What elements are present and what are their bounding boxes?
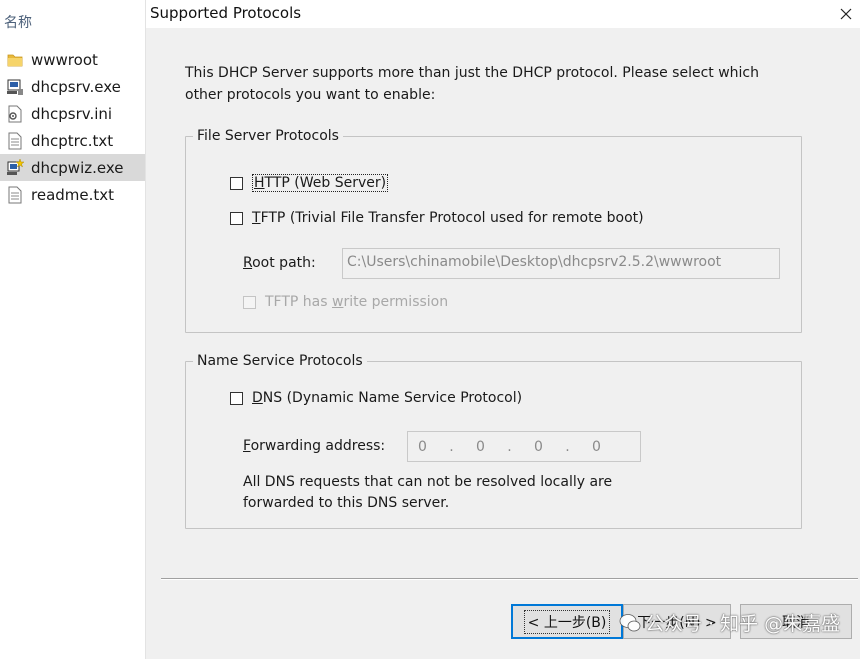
- ip-dot: .: [449, 438, 454, 455]
- config-file-icon: [6, 105, 24, 123]
- file-item-dhcpwiz-exe[interactable]: dhcpwiz.exe: [0, 154, 145, 181]
- dns-forwarding-note: All DNS requests that can not be resolve…: [243, 472, 612, 514]
- file-name: wwwroot: [31, 50, 98, 69]
- file-list: wwwroot dhcpsrv.exe dhcpsrv.ini dhcptrc.…: [0, 46, 145, 208]
- cancel-button-label: 取消: [782, 614, 810, 631]
- root-path-label-text: oot path:: [252, 255, 316, 271]
- note-line-1: All DNS requests that can not be resolve…: [243, 474, 613, 490]
- note-line-2: forwarded to this DNS server.: [243, 495, 450, 511]
- root-path-label: Root path:: [243, 255, 316, 271]
- name-column-header[interactable]: 名称: [4, 12, 32, 32]
- file-item-dhcpsrv-ini[interactable]: dhcpsrv.ini: [0, 100, 145, 127]
- dialog-titlebar[interactable]: Supported Protocols: [146, 0, 860, 28]
- file-item-readme-txt[interactable]: readme.txt: [0, 181, 145, 208]
- root-path-accel-key: R: [243, 255, 253, 271]
- file-name: readme.txt: [31, 185, 115, 204]
- write-perm-text-2: rite permission: [343, 294, 449, 310]
- tftp-write-permission-row[interactable]: TFTP has write permission: [243, 294, 448, 310]
- forwarding-address-label: Forwarding address:: [243, 438, 385, 454]
- file-item-dhcptrc-txt[interactable]: dhcptrc.txt: [0, 127, 145, 154]
- name-service-protocols-legend: Name Service Protocols: [193, 351, 367, 371]
- back-button[interactable]: < 上一步(B): [511, 604, 623, 639]
- next-button-label: 下一步(N) >: [637, 614, 717, 631]
- explorer-file-list-pane: 名称 wwwroot dhcpsrv.exe dhcpsrv.ini dhcpt…: [0, 0, 146, 659]
- name-service-protocols-group: Name Service Protocols DNS (Dynamic Name…: [185, 351, 802, 529]
- root-path-input[interactable]: C:\Users\chinamobile\Desktop\dhcpsrv2.5.…: [342, 248, 780, 279]
- ip-octet-3[interactable]: 0: [524, 439, 553, 455]
- file-name: dhcpsrv.ini: [31, 104, 113, 123]
- http-label-text: TTP (Web Server): [264, 175, 387, 191]
- dns-label: DNS (Dynamic Name Service Protocol): [252, 390, 522, 406]
- tftp-checkbox-row[interactable]: TFTP (Trivial File Transfer Protocol use…: [230, 210, 644, 226]
- wizard-application-icon: [6, 158, 24, 177]
- http-checkbox-row[interactable]: HTTP (Web Server): [230, 174, 389, 192]
- tftp-write-permission-checkbox[interactable]: [243, 295, 256, 309]
- ip-dot: .: [565, 438, 570, 455]
- intro-text: This DHCP Server supports more than just…: [185, 62, 825, 106]
- fwd-accel-key: F: [243, 438, 251, 454]
- next-button[interactable]: 下一步(N) >: [623, 604, 731, 639]
- back-button-label: < 上一步(B): [523, 609, 611, 634]
- write-perm-text-1: TFTP has: [265, 294, 332, 310]
- dns-label-text: NS (Dynamic Name Service Protocol): [262, 390, 523, 406]
- dns-accel-key: D: [252, 390, 263, 406]
- application-icon: [6, 78, 24, 96]
- file-server-protocols-group: File Server Protocols HTTP (Web Server) …: [185, 126, 802, 333]
- intro-line-1: This DHCP Server supports more than just…: [185, 65, 759, 81]
- tftp-checkbox[interactable]: [230, 211, 243, 225]
- forwarding-address-input[interactable]: 0 . 0 . 0 . 0: [407, 431, 641, 462]
- button-area-divider: [161, 578, 858, 580]
- file-item-dhcpsrv-exe[interactable]: dhcpsrv.exe: [0, 73, 145, 100]
- folder-icon: [6, 51, 24, 69]
- close-button[interactable]: [832, 0, 860, 28]
- http-checkbox[interactable]: [230, 176, 243, 190]
- tftp-label: TFTP (Trivial File Transfer Protocol use…: [252, 210, 644, 226]
- dns-checkbox[interactable]: [230, 391, 243, 405]
- http-label: HTTP (Web Server): [252, 174, 389, 192]
- tftp-accel-key: T: [252, 210, 261, 226]
- ip-octet-1[interactable]: 0: [408, 439, 437, 455]
- text-file-icon: [6, 186, 24, 204]
- file-server-protocols-legend: File Server Protocols: [193, 126, 343, 146]
- http-accel-key: H: [254, 175, 265, 191]
- text-file-icon: [6, 132, 24, 150]
- file-name: dhcptrc.txt: [31, 131, 114, 150]
- ip-octet-2[interactable]: 0: [466, 439, 495, 455]
- file-name: dhcpwiz.exe: [31, 158, 124, 177]
- dialog-title: Supported Protocols: [150, 4, 302, 22]
- close-icon: [840, 5, 852, 24]
- intro-line-2: other protocols you want to enable:: [185, 87, 436, 103]
- supported-protocols-dialog: Supported Protocols This DHCP Server sup…: [146, 0, 860, 659]
- ip-octet-4[interactable]: 0: [582, 439, 611, 455]
- write-perm-accel-key: w: [332, 294, 344, 310]
- file-name: dhcpsrv.exe: [31, 77, 121, 96]
- ip-dot: .: [507, 438, 512, 455]
- fwd-label-text: orwarding address:: [250, 438, 386, 454]
- file-item-wwwroot[interactable]: wwwroot: [0, 46, 145, 73]
- dns-checkbox-row[interactable]: DNS (Dynamic Name Service Protocol): [230, 390, 522, 406]
- tftp-label-text: FTP (Trivial File Transfer Protocol used…: [260, 210, 644, 226]
- tftp-write-permission-label: TFTP has write permission: [265, 294, 448, 310]
- cancel-button[interactable]: 取消: [740, 604, 852, 639]
